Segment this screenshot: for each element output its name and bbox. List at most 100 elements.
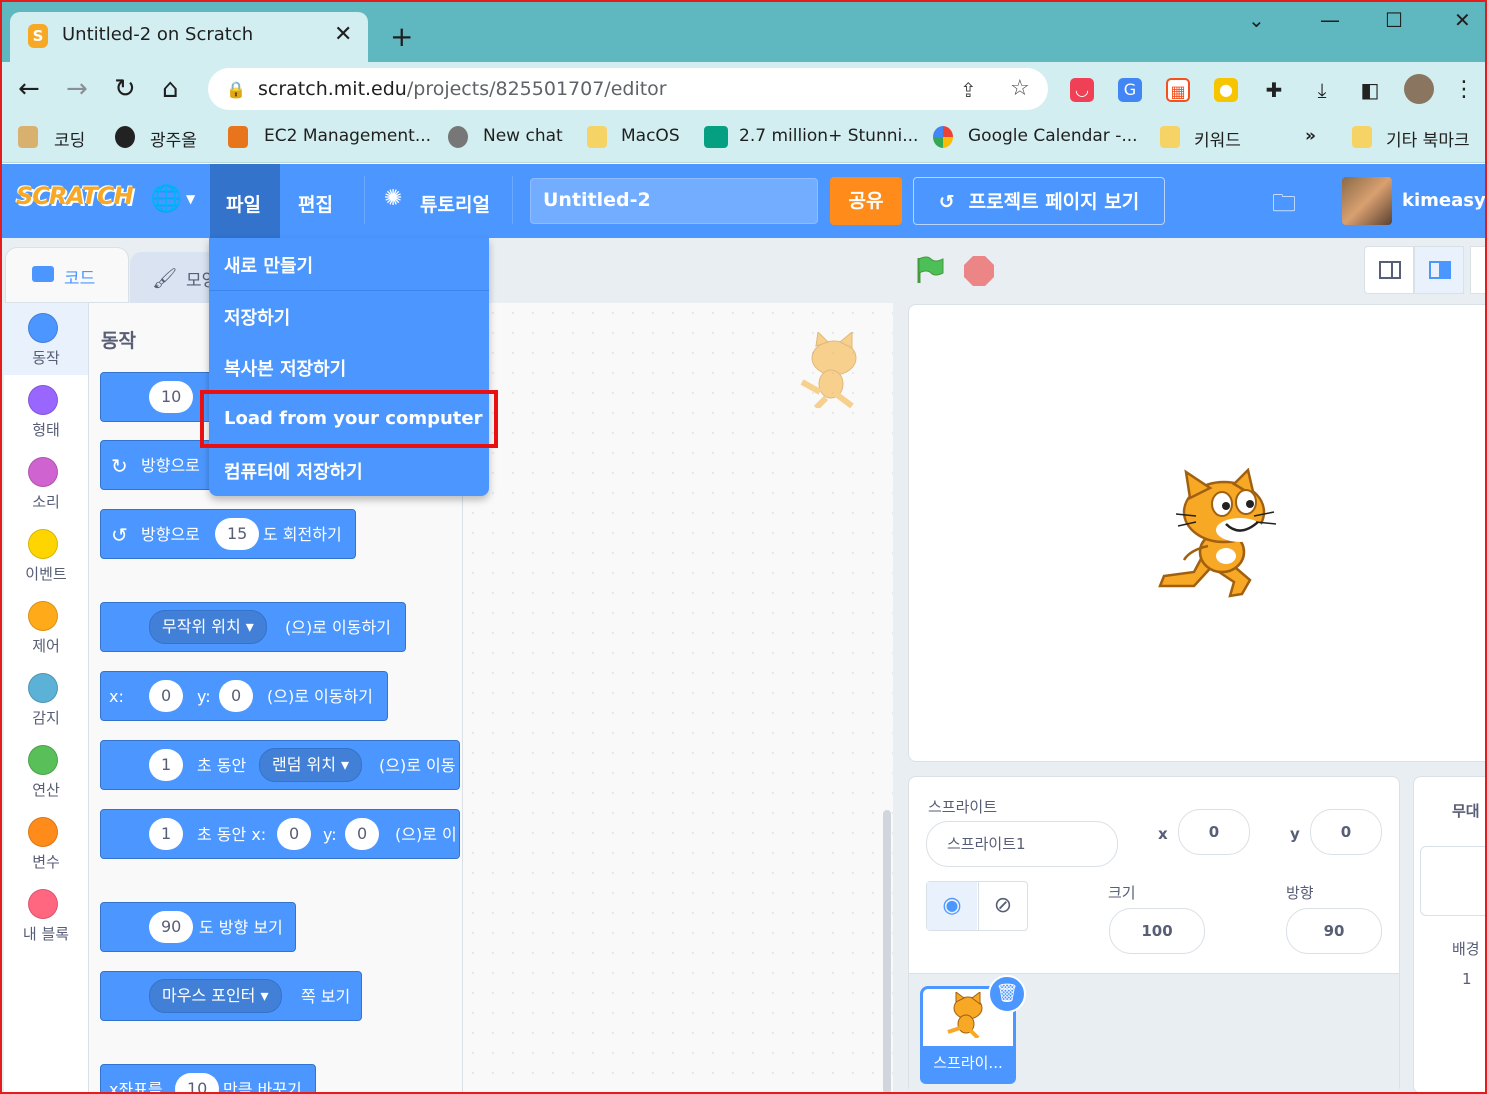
menu-item-save-copy[interactable]: 복사본 저장하기	[224, 355, 346, 381]
point-towards-block[interactable]: 마우스 포인터 ▾ 쪽 보기	[100, 971, 362, 1021]
fullscreen-button[interactable]	[1470, 246, 1487, 294]
bookmark-6[interactable]: Google Calendar -...	[968, 126, 1138, 146]
stage-selector-title: 무대	[1452, 802, 1480, 820]
category-dot-icon[interactable]	[28, 457, 58, 487]
forward-icon[interactable]: →	[66, 74, 88, 104]
avatar[interactable]	[1342, 177, 1392, 225]
script-area[interactable]	[463, 303, 893, 1094]
sprite-watermark-cat	[796, 330, 866, 411]
tutorials-button[interactable]: 튜토리얼	[420, 190, 490, 217]
target-dropdown[interactable]: 무작위 위치 ▾	[149, 610, 267, 644]
bookmark-0[interactable]: 코딩	[54, 126, 85, 151]
bookmark-star-icon[interactable]: ☆	[1010, 76, 1030, 101]
bookmark-7[interactable]: 키워드	[1194, 126, 1241, 151]
backdrop-thumbnail[interactable]	[1420, 846, 1487, 916]
translate-icon[interactable]: G	[1118, 78, 1142, 102]
extensions-puzzle-icon[interactable]: ✚	[1262, 78, 1286, 102]
lock-icon[interactable]: 🔒	[226, 80, 246, 99]
url-text[interactable]: scratch.mit.edu/projects/825501707/edito…	[258, 78, 667, 100]
extension-bulb-icon[interactable]: ●	[1214, 78, 1238, 102]
side-panel-icon[interactable]: ◧	[1358, 78, 1382, 102]
show-eye-icon[interactable]: ◉	[927, 882, 977, 930]
profile-avatar-icon[interactable]	[1404, 74, 1434, 104]
category-dot-icon[interactable]	[28, 817, 58, 847]
bookmark-1[interactable]: 광주올	[150, 126, 197, 151]
username[interactable]: kimeasyfl	[1402, 190, 1487, 211]
category-dot-icon[interactable]	[28, 601, 58, 631]
language-globe-icon[interactable]: 🌐	[150, 184, 182, 214]
script-scrollbar[interactable]	[883, 810, 891, 1094]
maximize-icon[interactable]: ☐	[1385, 8, 1403, 32]
reload-icon[interactable]: ↻	[114, 74, 136, 104]
menu-item-save-to-computer[interactable]: 컴퓨터에 저장하기	[224, 458, 363, 484]
project-title-input[interactable]: Untitled-2	[530, 178, 818, 224]
menu-item-new[interactable]: 새로 만들기	[224, 252, 313, 278]
bookmarks-overflow[interactable]: »	[1305, 126, 1316, 146]
stop-icon[interactable]	[964, 256, 994, 286]
direction-input[interactable]: 90	[149, 911, 194, 943]
bookmark-5[interactable]: 2.7 million+ Stunni...	[739, 126, 918, 146]
secs-input[interactable]: 1	[149, 749, 184, 781]
target-dropdown[interactable]: 마우스 포인터 ▾	[149, 979, 282, 1013]
glide-to-xy-block[interactable]: 1 초 동안 x: 0 y: 0 (으)로 이	[100, 809, 460, 859]
x-input[interactable]: 0	[149, 680, 184, 712]
minimize-icon[interactable]: —	[1320, 8, 1340, 32]
close-window-icon[interactable]: ✕	[1454, 8, 1471, 32]
delete-sprite-trash-icon[interactable]: 🗑	[988, 975, 1026, 1013]
x-input[interactable]: 0	[277, 818, 312, 850]
category-dot-icon[interactable]	[28, 889, 58, 919]
change-x-block[interactable]: x좌표를 10 만큼 바꾸기	[100, 1064, 316, 1094]
pocket-icon[interactable]: ◡	[1070, 78, 1094, 102]
close-tab-icon[interactable]: ✕	[334, 22, 352, 47]
bookmark-other[interactable]: 기타 북마크	[1386, 126, 1470, 151]
bookmark-3[interactable]: New chat	[483, 126, 563, 146]
category-dot-icon[interactable]	[28, 385, 58, 415]
steps-input[interactable]: 10	[149, 381, 194, 413]
category-label: 연산	[32, 781, 60, 799]
small-stage-button[interactable]	[1364, 246, 1414, 294]
degrees-input[interactable]: 15	[215, 518, 260, 550]
home-icon[interactable]: ⌂	[162, 74, 179, 104]
sprite-name-input[interactable]: 스프라이트1	[926, 821, 1118, 867]
stage-selector[interactable]	[1413, 776, 1487, 1094]
secs-input[interactable]: 1	[149, 818, 184, 850]
bookmark-4[interactable]: MacOS	[621, 126, 680, 146]
extension-grid-icon[interactable]: ▦	[1166, 78, 1190, 102]
sprite-y-input[interactable]: 0	[1310, 809, 1382, 855]
sprite-size-input[interactable]: 100	[1109, 908, 1205, 954]
change-input[interactable]: 10	[175, 1073, 220, 1094]
sprite-direction-input[interactable]: 90	[1286, 908, 1382, 954]
sprite-x-input[interactable]: 0	[1178, 809, 1250, 855]
hide-eye-icon[interactable]: ⊘	[978, 882, 1027, 930]
go-to-xy-block[interactable]: x: 0 y: 0 (으)로 이동하기	[100, 671, 388, 721]
scratch-logo[interactable]: SCRATCH	[16, 182, 134, 210]
turn-left-block[interactable]: ↺ 방향으로 15 도 회전하기	[100, 509, 356, 559]
sprite-cat[interactable]	[1150, 467, 1278, 600]
go-to-block[interactable]: 무작위 위치 ▾ (으)로 이동하기	[100, 602, 406, 652]
download-icon[interactable]: ⤓	[1310, 78, 1334, 102]
my-stuff-folder-icon[interactable]: 🗀	[1272, 186, 1296, 227]
file-menu-button[interactable]: 파일	[226, 190, 261, 217]
new-tab-button[interactable]: +	[390, 20, 413, 53]
browser-menu-icon[interactable]: ⋮	[1452, 78, 1476, 102]
y-input[interactable]: 0	[345, 818, 380, 850]
back-icon[interactable]: ←	[18, 74, 40, 104]
see-project-page-button[interactable]: ↺ 프로젝트 페이지 보기	[913, 177, 1165, 225]
green-flag-icon[interactable]	[915, 255, 945, 285]
bookmark-2[interactable]: EC2 Management...	[264, 126, 431, 146]
tab-search-icon[interactable]: ⌄	[1248, 8, 1265, 32]
menu-item-save[interactable]: 저장하기	[224, 304, 290, 330]
edit-menu-button[interactable]: 편집	[298, 190, 333, 217]
category-dot-icon[interactable]	[28, 529, 58, 559]
point-in-direction-block[interactable]: 90 도 방향 보기	[100, 902, 296, 952]
share-button[interactable]: 공유	[830, 177, 902, 225]
normal-stage-button[interactable]	[1414, 246, 1464, 294]
category-dot-icon[interactable]	[28, 313, 58, 343]
share-page-icon[interactable]: ⇪	[960, 78, 977, 102]
glide-to-block[interactable]: 1 초 동안 랜덤 위치 ▾ (으)로 이동	[100, 740, 460, 790]
y-input[interactable]: 0	[219, 680, 254, 712]
category-dot-icon[interactable]	[28, 673, 58, 703]
category-dot-icon[interactable]	[28, 745, 58, 775]
folder-icon	[1160, 126, 1180, 148]
target-dropdown[interactable]: 랜덤 위치 ▾	[259, 748, 363, 782]
